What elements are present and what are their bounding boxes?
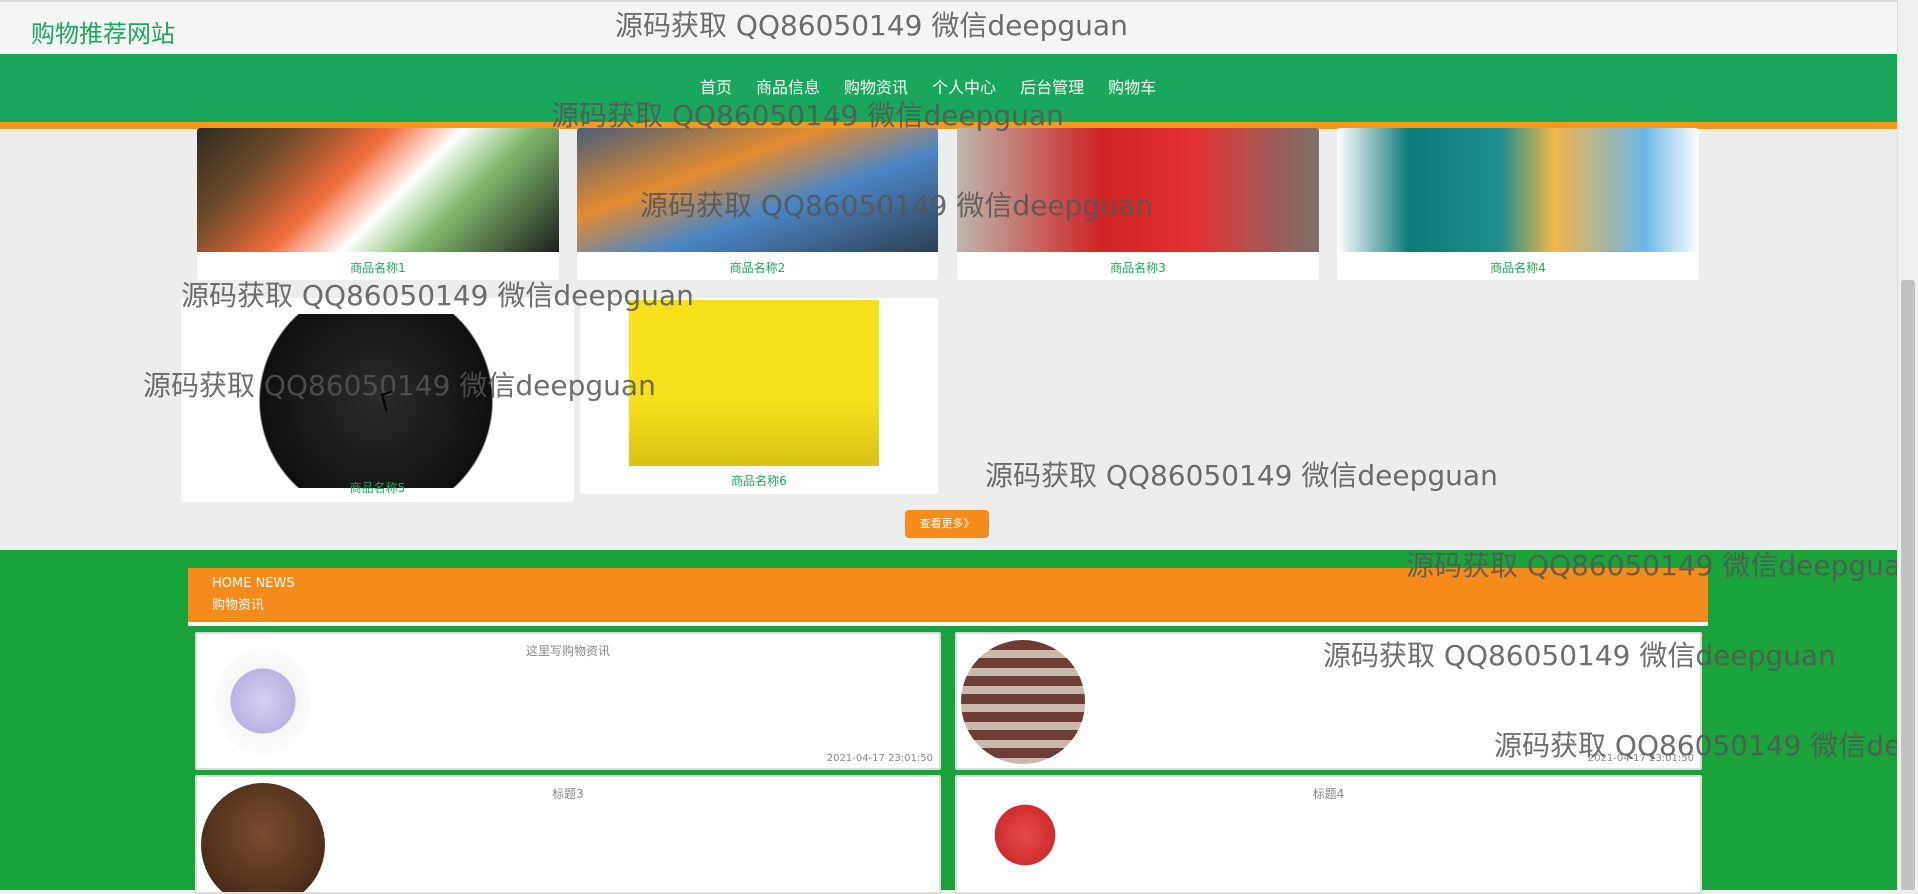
watermark: 源码获取 QQ86050149 微信deepguan — [1494, 729, 1918, 762]
product-card-4[interactable]: 商品名称4 — [1337, 128, 1699, 280]
product-name-6[interactable]: 商品名称6 — [580, 472, 938, 489]
scrollbar[interactable] — [1897, 0, 1918, 890]
product-name-4[interactable]: 商品名称4 — [1337, 259, 1699, 276]
site-title[interactable]: 购物推荐网站 — [31, 14, 175, 49]
news-image-1[interactable] — [215, 648, 311, 754]
product-image-1[interactable] — [197, 128, 559, 252]
news-image-4[interactable] — [975, 799, 1075, 879]
news-card-3[interactable]: 标题3 — [195, 775, 941, 894]
news-date-1: 2021-04-17 23:01:50 — [826, 753, 933, 764]
news-card-1[interactable]: 这里写购物资讯 2021-04-17 23:01:50 — [195, 632, 941, 770]
nav-cart[interactable]: 购物车 — [1108, 72, 1156, 104]
news-image-2[interactable] — [961, 640, 1085, 764]
news-title-4[interactable]: 标题4 — [957, 785, 1700, 802]
news-title-3[interactable]: 标题3 — [197, 785, 939, 802]
watermark: 源码获取 QQ86050149 微信deepguan — [1323, 639, 1836, 672]
news-title-1[interactable]: 这里写购物资讯 — [197, 642, 939, 659]
product-card-1[interactable]: 商品名称1 — [197, 128, 559, 280]
watermark: 源码获取 QQ86050149 微信deepguan — [181, 279, 694, 312]
watermark: 源码获取 QQ86050149 微信deepguan — [1406, 549, 1918, 582]
watermark: 源码获取 QQ86050149 微信deepguan — [985, 459, 1498, 492]
watermark: 源码获取 QQ86050149 微信deepguan — [640, 189, 1153, 222]
product-image-6[interactable] — [629, 300, 879, 466]
product-name-3[interactable]: 商品名称3 — [957, 259, 1319, 276]
product-name-5[interactable]: 商品名称5 — [181, 479, 574, 496]
scrollbar-thumb[interactable] — [1901, 280, 1915, 890]
product-image-4[interactable] — [1337, 128, 1699, 252]
news-card-4[interactable]: 标题4 — [955, 775, 1702, 894]
watermark: 源码获取 QQ86050149 微信deepguan — [615, 9, 1128, 42]
watermark: 源码获取 QQ86050149 微信deepguan — [143, 369, 656, 402]
news-header-cn: 购物资讯 — [212, 598, 265, 613]
view-more-button[interactable]: 查看更多》 — [905, 510, 989, 538]
news-header-en: HOME NEWS — [212, 576, 295, 591]
watermark: 源码获取 QQ86050149 微信deepguan — [551, 99, 1064, 132]
